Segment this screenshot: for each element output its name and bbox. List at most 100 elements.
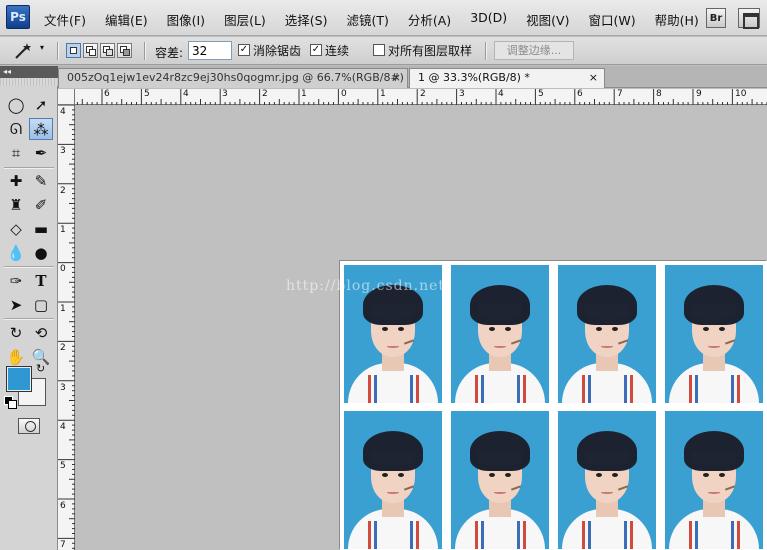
menu-layer[interactable]: 图层(L) bbox=[224, 10, 266, 29]
photo-eye1 bbox=[596, 327, 602, 331]
tolerance-input[interactable] bbox=[188, 41, 232, 60]
photo-eye2 bbox=[398, 473, 404, 477]
eyedropper-tool-icon[interactable]: ✒ bbox=[29, 142, 53, 164]
healing-brush-tool-icon[interactable]: ✚ bbox=[4, 170, 28, 192]
id-photo bbox=[344, 411, 442, 549]
blur-tool-icon[interactable]: 💧 bbox=[4, 242, 28, 264]
move-tool-icon[interactable]: ➚ bbox=[29, 94, 53, 116]
lasso-tool-icon[interactable]: ᘏ bbox=[4, 118, 28, 140]
eraser-tool-icon[interactable]: ◇ bbox=[4, 218, 28, 240]
tools-collapse-button[interactable]: ◂◂ bbox=[0, 66, 58, 78]
menu-file[interactable]: 文件(F) bbox=[44, 10, 86, 29]
photo-s2 bbox=[481, 521, 484, 549]
menu-3d[interactable]: 3D(D) bbox=[470, 10, 507, 29]
menu-edit[interactable]: 编辑(E) bbox=[105, 10, 148, 29]
ruler-label: 2 bbox=[60, 343, 66, 353]
hand-tool-icon[interactable]: ✋ bbox=[4, 346, 28, 368]
close-icon[interactable]: × bbox=[589, 69, 598, 87]
3d-orbit-tool-icon[interactable]: ⟲ bbox=[29, 322, 53, 344]
divider bbox=[4, 266, 54, 267]
photo-s1 bbox=[368, 375, 371, 403]
brush-tool-icon[interactable]: ✎ bbox=[29, 170, 53, 192]
photo-s3 bbox=[410, 521, 413, 549]
swap-colors-icon[interactable]: ↻ bbox=[36, 362, 45, 375]
menu-view[interactable]: 视图(V) bbox=[526, 10, 569, 29]
photo-eye2 bbox=[719, 473, 725, 477]
gradient-tool-icon[interactable]: ▬ bbox=[29, 218, 53, 240]
id-photo bbox=[558, 265, 656, 403]
photo-eye2 bbox=[719, 327, 725, 331]
ruler-label: 5 bbox=[60, 461, 66, 471]
tab-label: 005zOq1ejw1ev24r8zc9ej30hs0qogmr.jpg @ 6… bbox=[67, 71, 408, 84]
photo-s2 bbox=[695, 375, 698, 403]
menu-analysis[interactable]: 分析(A) bbox=[408, 10, 451, 29]
tools-grip[interactable] bbox=[0, 78, 58, 86]
path-selection-tool-icon[interactable]: ➤ bbox=[4, 294, 28, 316]
menu-image[interactable]: 图像(I) bbox=[167, 10, 205, 29]
refine-edge-button[interactable]: 调整边缘... bbox=[494, 41, 574, 60]
antialias-checkbox[interactable]: ✓ bbox=[238, 44, 250, 56]
id-photo bbox=[451, 411, 549, 549]
horizontal-ruler[interactable]: 6 5 4 3 2 1 0 1 2 3 4 5 6 7 8 9 10 bbox=[58, 89, 767, 105]
photo-eye1 bbox=[382, 327, 388, 331]
bridge-icon[interactable]: Br bbox=[706, 8, 726, 28]
ruler-label: 10 bbox=[735, 89, 747, 99]
default-colors-icon[interactable] bbox=[4, 396, 17, 409]
tab-document-jpg[interactable]: 005zOq1ejw1ev24r8zc9ej30hs0qogmr.jpg @ 6… bbox=[58, 68, 408, 88]
type-tool-icon[interactable]: T bbox=[29, 270, 53, 292]
photo-fringe bbox=[692, 305, 736, 319]
photo-s1 bbox=[582, 375, 585, 403]
menu-help[interactable]: 帮助(H) bbox=[655, 10, 699, 29]
photo-s4 bbox=[523, 375, 526, 403]
elliptical-marquee-tool-icon[interactable]: ◯ bbox=[4, 94, 28, 116]
workspace-icon[interactable] bbox=[738, 8, 760, 29]
menu-window[interactable]: 窗口(W) bbox=[588, 10, 635, 29]
document-canvas[interactable] bbox=[340, 261, 767, 550]
magic-wand-icon[interactable] bbox=[10, 41, 36, 61]
vertical-ruler[interactable]: 4 3 2 1 0 1 2 3 4 5 6 7 bbox=[58, 105, 75, 550]
add-to-selection-button[interactable] bbox=[83, 43, 98, 58]
photo-fringe bbox=[692, 451, 736, 465]
clone-stamp-tool-icon[interactable]: ♜ bbox=[4, 194, 28, 216]
photo-mouth bbox=[387, 345, 399, 348]
crop-tool-icon[interactable]: ⌗ bbox=[4, 142, 28, 164]
intersect-selection-button[interactable] bbox=[117, 43, 132, 58]
quick-mask-button[interactable] bbox=[18, 418, 40, 434]
photo-s3 bbox=[624, 375, 627, 403]
tool-preset-arrow-icon[interactable]: ▾ bbox=[40, 43, 44, 52]
ruler-label: 2 bbox=[262, 89, 268, 99]
photo-s4 bbox=[523, 521, 526, 549]
dodge-tool-icon[interactable]: ● bbox=[29, 242, 53, 264]
ruler-origin[interactable] bbox=[58, 89, 75, 105]
new-selection-button[interactable] bbox=[66, 43, 81, 58]
photoshop-logo-icon[interactable]: Ps bbox=[6, 5, 30, 29]
ruler-label: 5 bbox=[144, 89, 150, 99]
photo-eye2 bbox=[398, 327, 404, 331]
photo-s4 bbox=[737, 521, 740, 549]
ruler-label: 6 bbox=[577, 89, 583, 99]
tab-document-1[interactable]: 1 @ 33.3%(RGB/8) * × bbox=[409, 68, 605, 88]
history-brush-tool-icon[interactable]: ✐ bbox=[29, 194, 53, 216]
3d-rotate-tool-icon[interactable]: ↻ bbox=[4, 322, 28, 344]
magic-wand-tool-icon[interactable]: ⁂ bbox=[29, 118, 53, 140]
photo-eye2 bbox=[612, 327, 618, 331]
ruler-label: 7 bbox=[60, 540, 66, 550]
close-icon[interactable]: × bbox=[392, 69, 401, 87]
photo-s1 bbox=[475, 375, 478, 403]
tools-panel: ◂◂ ◯ ➚ ᘏ ⁂ ⌗ ✒ ✚ ✎ ♜ ✐ ◇ ▬ 💧 ● ✑ T ➤ ▢ ↻… bbox=[0, 66, 58, 550]
canvas-area[interactable] bbox=[76, 106, 767, 550]
pen-tool-icon[interactable]: ✑ bbox=[4, 270, 28, 292]
contiguous-checkbox[interactable]: ✓ bbox=[310, 44, 322, 56]
subtract-from-selection-button[interactable] bbox=[100, 43, 115, 58]
menu-filter[interactable]: 滤镜(T) bbox=[346, 10, 388, 29]
foreground-color-swatch[interactable] bbox=[6, 366, 32, 392]
ruler-label: 2 bbox=[420, 89, 426, 99]
ruler-label: 4 bbox=[183, 89, 189, 99]
divider bbox=[144, 42, 145, 60]
sample-all-layers-checkbox[interactable] bbox=[373, 44, 385, 56]
ruler-label: 0 bbox=[60, 264, 66, 274]
menu-select[interactable]: 选择(S) bbox=[285, 10, 328, 29]
rectangle-tool-icon[interactable]: ▢ bbox=[29, 294, 53, 316]
photo-eye1 bbox=[703, 327, 709, 331]
ruler-label: 3 bbox=[60, 383, 66, 393]
